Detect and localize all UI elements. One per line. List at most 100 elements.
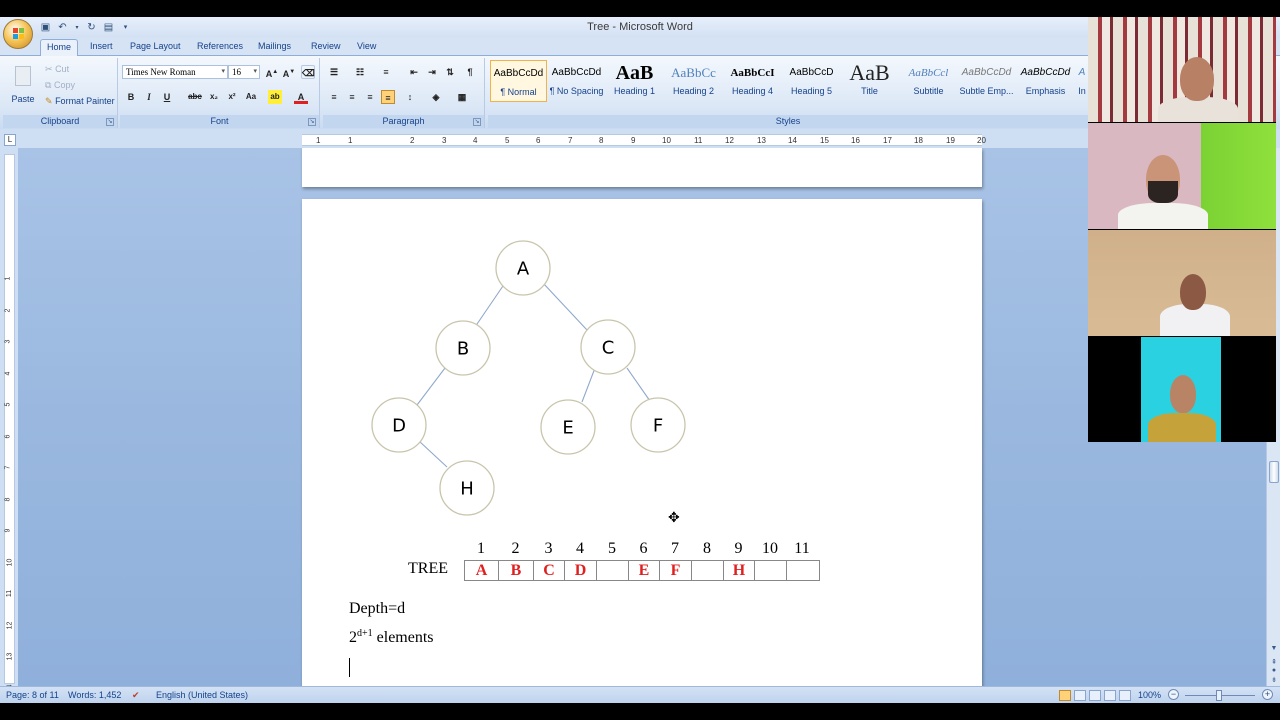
- decrease-indent-icon[interactable]: ⇤: [407, 65, 421, 79]
- tab-view[interactable]: View: [357, 41, 376, 51]
- style-normal[interactable]: AaBbCcDd ¶ Normal: [490, 60, 547, 102]
- scroll-down-icon[interactable]: ▼: [1269, 645, 1279, 652]
- zoom-in-icon[interactable]: +: [1262, 689, 1273, 700]
- style-subtitle[interactable]: AaBbCcl Subtitle: [900, 60, 957, 102]
- highlight-icon[interactable]: ab: [268, 90, 282, 104]
- document-page[interactable]: A B C D E F H 1 2 3 4 5 6 7 8 9 10 11 TREE ABCDEFH…: [302, 199, 982, 686]
- copy-button[interactable]: ⧉ Copy: [45, 80, 75, 91]
- tab-mailings[interactable]: Mailings: [258, 41, 291, 51]
- font-family-value: Times New Roman: [126, 67, 196, 77]
- paragraph-launcher-icon[interactable]: ↘: [473, 118, 481, 126]
- style-no-spacing[interactable]: AaBbCcDd ¶ No Spacing: [548, 60, 605, 102]
- language[interactable]: English (United States): [156, 690, 248, 700]
- participant-tile-1[interactable]: [1088, 17, 1276, 122]
- shading-icon[interactable]: ◈: [429, 90, 443, 104]
- zoom-level[interactable]: 100%: [1138, 690, 1161, 700]
- strikethrough-icon[interactable]: abc: [188, 90, 202, 104]
- clear-formatting-icon[interactable]: ⌫: [301, 65, 315, 79]
- zoom-slider-thumb[interactable]: [1216, 690, 1222, 701]
- multilevel-list-icon[interactable]: ≡: [379, 65, 393, 79]
- font-color-icon[interactable]: A: [294, 90, 308, 104]
- next-page-icon[interactable]: ⇟: [1269, 676, 1279, 684]
- tab-review[interactable]: Review: [311, 41, 341, 51]
- array-index: 5: [608, 540, 616, 557]
- scrollbar-thumb[interactable]: [1269, 461, 1279, 483]
- style-preview: AaBbCcl: [908, 67, 949, 79]
- font-launcher-icon[interactable]: ↘: [308, 118, 316, 126]
- ruler-tick: 1: [316, 136, 321, 145]
- show-marks-icon[interactable]: ¶: [463, 65, 477, 79]
- italic-icon[interactable]: I: [142, 90, 156, 104]
- style-intense[interactable]: A In: [1076, 60, 1088, 102]
- tab-references[interactable]: References: [197, 41, 243, 51]
- style-title[interactable]: AaB Title: [841, 60, 898, 102]
- word-count[interactable]: Words: 1,452: [68, 690, 121, 700]
- tree-node-e: E: [540, 399, 596, 455]
- align-center-icon[interactable]: ≡: [345, 90, 359, 104]
- proofing-icon[interactable]: ✔: [132, 690, 140, 701]
- style-heading-4[interactable]: AaBbCcI Heading 4: [724, 60, 781, 102]
- array-cell: [692, 561, 724, 580]
- array-index: 10: [762, 540, 778, 557]
- ruler-tick: 16: [851, 136, 860, 145]
- style-preview: AaB: [849, 60, 890, 85]
- edge-a-b: [474, 282, 506, 328]
- web-layout-icon[interactable]: [1089, 690, 1101, 701]
- change-case-icon[interactable]: Aa: [244, 90, 258, 104]
- print-layout-icon[interactable]: [1059, 690, 1071, 701]
- format-painter-button[interactable]: ✎ Format Painter: [45, 96, 115, 107]
- borders-icon[interactable]: ▦: [455, 90, 469, 104]
- screen-bottom-border: [0, 703, 1280, 720]
- outline-icon[interactable]: [1104, 690, 1116, 701]
- style-emphasis[interactable]: AaBbCcDd Emphasis: [1017, 60, 1074, 102]
- style-heading-5[interactable]: AaBbCcD Heading 5: [783, 60, 840, 102]
- clipboard-launcher-icon[interactable]: ↘: [106, 118, 114, 126]
- node-label: A: [517, 259, 530, 280]
- binary-tree-diagram: A B C D E F H: [371, 240, 686, 516]
- style-name: Heading 5: [790, 86, 833, 96]
- bullets-icon[interactable]: ☰: [327, 65, 341, 79]
- font-family-select[interactable]: Times New Roman ▾: [122, 65, 228, 79]
- shrink-font-icon[interactable]: A▼: [282, 65, 296, 79]
- tab-selector-button[interactable]: L: [4, 134, 16, 146]
- style-heading-1[interactable]: AaB Heading 1: [606, 60, 663, 102]
- align-right-icon[interactable]: ≡: [363, 90, 377, 104]
- style-name: Heading 2: [672, 86, 715, 96]
- justify-icon[interactable]: ≡: [381, 90, 395, 104]
- previous-page-icon[interactable]: ⇞: [1269, 658, 1279, 666]
- browse-object-icon[interactable]: ●: [1269, 667, 1279, 674]
- office-button[interactable]: [3, 19, 33, 49]
- style-subtle-emphasis[interactable]: AaBbCcDd Subtle Emp...: [958, 60, 1015, 102]
- subscript-icon[interactable]: x₂: [207, 90, 221, 104]
- style-heading-2[interactable]: AaBbCc Heading 2: [665, 60, 722, 102]
- clipboard-group: Paste ✂ Cut ⧉ Copy ✎ Format Painter Clip…: [3, 58, 118, 128]
- increase-indent-icon[interactable]: ⇥: [425, 65, 439, 79]
- paste-button[interactable]: Paste: [9, 64, 37, 108]
- vertical-ruler[interactable]: 1234567891011121314: [4, 154, 15, 692]
- zoom-out-icon[interactable]: −: [1168, 689, 1179, 700]
- tab-home[interactable]: Home: [40, 39, 79, 57]
- clipboard-label: Clipboard: [3, 115, 117, 128]
- horizontal-ruler[interactable]: 1 1 2 3 4 5 6 7 8 9 10 11 12 13 14 15 16 17 18 19 20: [302, 134, 986, 146]
- page-count[interactable]: Page: 8 of 11: [6, 690, 59, 700]
- underline-icon[interactable]: U: [160, 90, 174, 104]
- bold-icon[interactable]: B: [124, 90, 138, 104]
- superscript-icon[interactable]: x²: [225, 90, 239, 104]
- tab-page-layout[interactable]: Page Layout: [130, 41, 181, 51]
- numbering-icon[interactable]: ☷: [353, 65, 367, 79]
- cut-button[interactable]: ✂ Cut: [45, 64, 69, 75]
- participant-tile-2[interactable]: [1088, 123, 1276, 229]
- tree-node-h: H: [439, 460, 495, 516]
- line-spacing-icon[interactable]: ↕: [403, 90, 417, 104]
- full-screen-reading-icon[interactable]: [1074, 690, 1086, 701]
- align-left-icon[interactable]: ≡: [327, 90, 341, 104]
- participant-tile-3[interactable]: [1088, 230, 1276, 336]
- array-index: 11: [794, 540, 810, 557]
- ruler-tick: 6: [4, 434, 12, 438]
- participant-tile-4[interactable]: [1088, 337, 1276, 442]
- grow-font-icon[interactable]: A▲: [265, 65, 279, 79]
- font-size-select[interactable]: 16 ▾: [228, 65, 260, 79]
- tab-insert[interactable]: Insert: [90, 41, 113, 51]
- sort-icon[interactable]: ⇅: [443, 65, 457, 79]
- draft-icon[interactable]: [1119, 690, 1131, 701]
